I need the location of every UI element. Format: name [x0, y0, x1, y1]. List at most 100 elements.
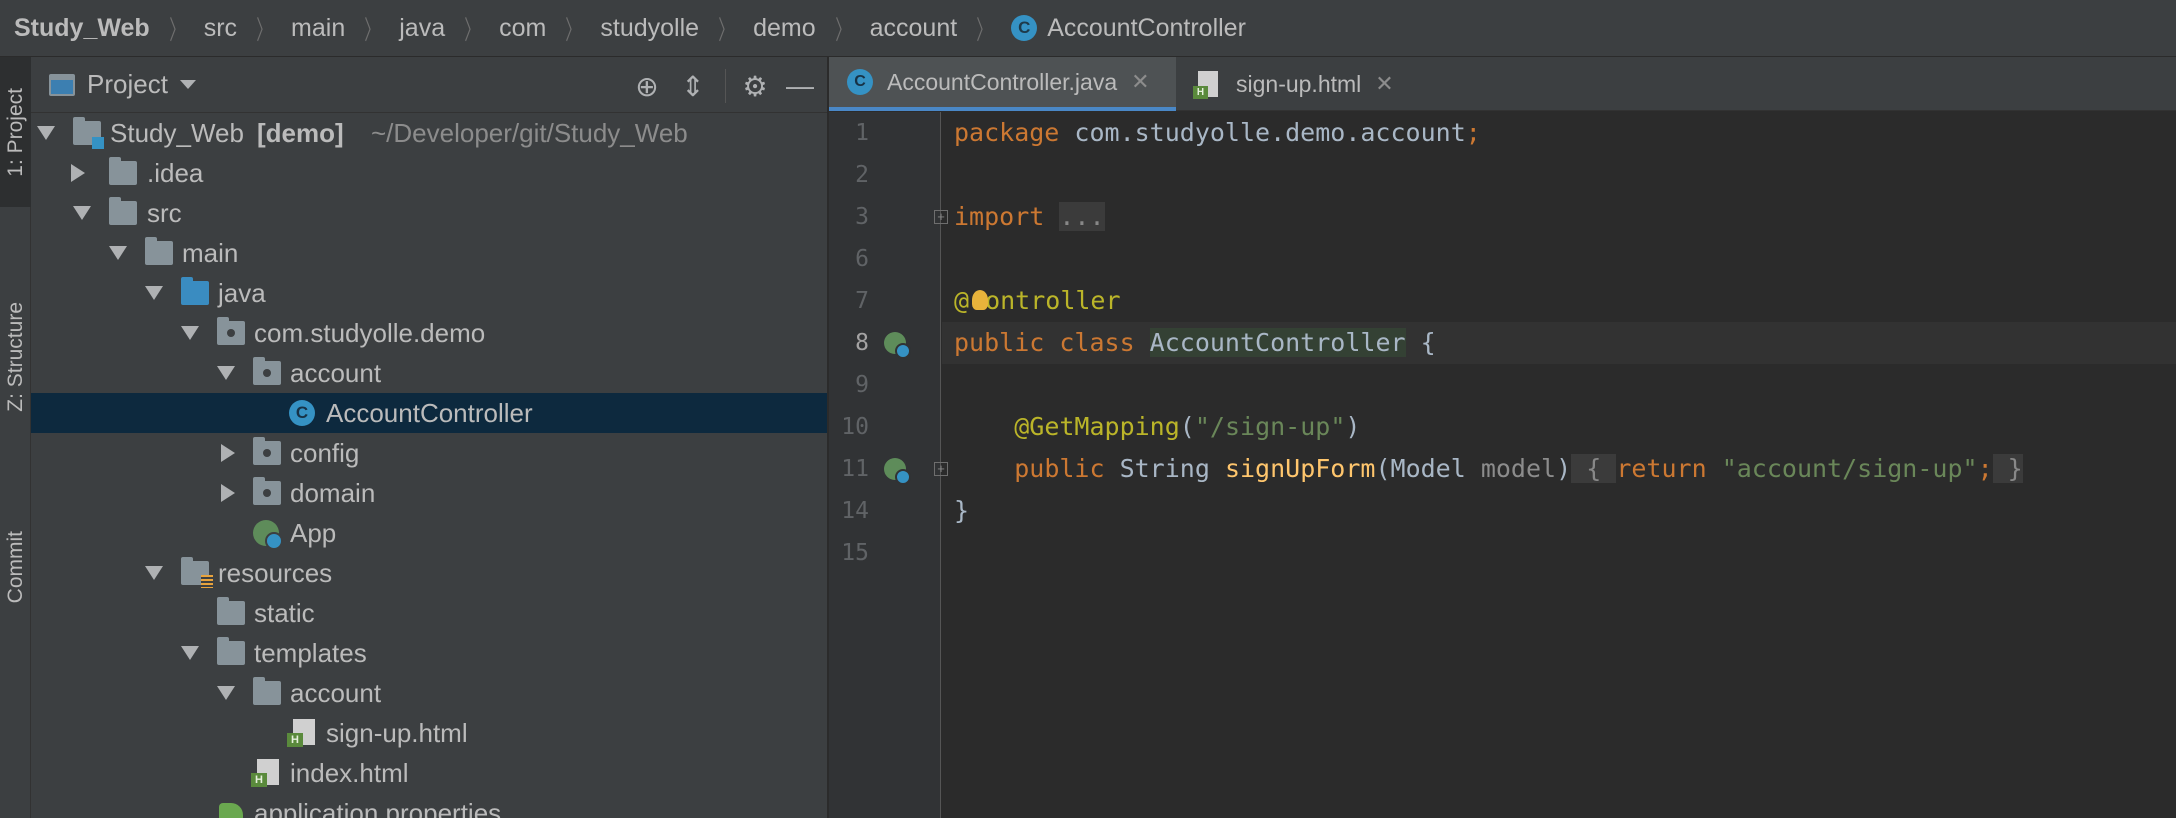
- close-icon[interactable]: ✕: [1131, 69, 1149, 95]
- expand-arrow-icon[interactable]: [109, 246, 127, 260]
- method-name: signUpForm: [1224, 454, 1376, 483]
- spring-bean-icon[interactable]: [884, 332, 911, 359]
- tree-row-templates-account[interactable]: account: [31, 673, 827, 713]
- line-number: 6: [855, 246, 869, 272]
- tree-row-package-account[interactable]: account: [31, 353, 827, 393]
- line-number: 7: [855, 288, 869, 314]
- tree-label: config: [290, 438, 360, 468]
- breadcrumb-item-com[interactable]: com: [499, 14, 546, 43]
- html-file-icon: [251, 759, 279, 787]
- project-view-selector[interactable]: Project: [87, 69, 168, 100]
- line-number: 3: [855, 204, 869, 230]
- expand-arrow-icon[interactable]: [181, 646, 199, 660]
- tree-row-index-html[interactable]: index.html: [31, 753, 827, 793]
- expand-arrow-icon[interactable]: [217, 686, 235, 700]
- expand-arrow-icon[interactable]: [73, 206, 91, 220]
- tree-row-package-domain[interactable]: domain: [31, 473, 827, 513]
- tree-row-account-controller[interactable]: C AccountController: [31, 393, 827, 433]
- tab-account-controller[interactable]: C AccountController.java ✕: [829, 57, 1176, 111]
- tree-row-templates[interactable]: templates: [31, 633, 827, 673]
- breadcrumb-item-project[interactable]: Study_Web: [14, 14, 150, 43]
- expand-arrow-icon[interactable]: [145, 286, 163, 300]
- tree-row-application-properties[interactable]: application.properties: [31, 793, 827, 818]
- package-name: com.studyolle.demo.account: [1059, 118, 1466, 147]
- collapsed-arrow-icon[interactable]: [71, 164, 85, 182]
- expand-arrow-icon[interactable]: [37, 126, 55, 140]
- spring-mapping-icon[interactable]: [884, 458, 911, 485]
- code-line-3: import ...: [942, 196, 2176, 238]
- tree-row-study-web[interactable]: Study_Web [demo] ~/Developer/git/Study_W…: [31, 113, 827, 153]
- tree-label: java: [218, 278, 266, 308]
- breadcrumb-separator: 〉: [976, 14, 992, 45]
- closing-brace: }: [954, 496, 970, 525]
- code-line-10: @GetMapping("/sign-up"): [942, 406, 2176, 448]
- hide-panel-icon[interactable]: —: [784, 70, 816, 102]
- breadcrumb-separator: 〉: [834, 14, 851, 45]
- tool-tab-commit[interactable]: Commit: [0, 497, 31, 637]
- tool-tab-project[interactable]: 1: Project: [0, 57, 31, 207]
- html-file-icon: [1193, 71, 1218, 99]
- tree-label: AccountController: [326, 398, 533, 428]
- tool-tab-structure-label: Z: Structure: [3, 302, 27, 412]
- tree-row-app[interactable]: App: [31, 513, 827, 553]
- collapsed-arrow-icon[interactable]: [221, 484, 235, 502]
- breadcrumb-item-account[interactable]: account: [870, 14, 958, 43]
- collapsed-arrow-icon[interactable]: [221, 444, 235, 462]
- tool-tab-commit-label: Commit: [3, 530, 27, 604]
- tab-label: AccountController.java: [887, 68, 1118, 95]
- breadcrumb-separator: 〉: [256, 14, 272, 45]
- tree-label: src: [147, 198, 182, 228]
- tree-row-main[interactable]: main: [31, 233, 827, 273]
- params-close: ): [1556, 454, 1572, 483]
- breadcrumb-item-java[interactable]: java: [399, 14, 445, 43]
- breadcrumb-item-studyolle[interactable]: studyolle: [600, 14, 699, 43]
- expand-arrow-icon[interactable]: [217, 366, 235, 380]
- lightbulb-icon[interactable]: [972, 290, 988, 310]
- close-icon[interactable]: ✕: [1375, 71, 1393, 97]
- folded-body-close[interactable]: }: [1992, 454, 2023, 483]
- tree-label: main: [182, 238, 239, 268]
- folder-icon: [109, 157, 137, 185]
- tree-label: domain: [290, 478, 376, 508]
- breadcrumb-separator: 〉: [464, 14, 480, 45]
- code-line-8: public class AccountController {: [942, 322, 2176, 364]
- toolbar-divider: [725, 69, 726, 103]
- package-icon: [217, 317, 245, 345]
- tree-row-idea[interactable]: .idea: [31, 153, 827, 193]
- tree-label: Study_Web: [110, 118, 244, 148]
- folder-icon: [109, 197, 137, 225]
- gear-icon[interactable]: ⚙: [739, 70, 771, 102]
- source-folder-icon: [181, 277, 209, 305]
- tab-sign-up-html[interactable]: sign-up.html ✕: [1176, 57, 1406, 111]
- tree-row-package-config[interactable]: config: [31, 433, 827, 473]
- module-folder-icon: [73, 117, 104, 149]
- module-path: ~/Developer/git/Study_Web: [371, 118, 688, 148]
- breadcrumb-item-main[interactable]: main: [291, 14, 345, 43]
- code-line-7: @ ontroller: [942, 280, 2176, 322]
- expand-arrow-icon[interactable]: [181, 326, 199, 340]
- tree-row-resources[interactable]: resources: [31, 553, 827, 593]
- keyword: import: [954, 202, 1045, 231]
- locate-file-icon[interactable]: ⊕: [631, 70, 663, 102]
- tree-row-static[interactable]: static: [31, 593, 827, 633]
- breadcrumb-separator: 〉: [168, 14, 185, 45]
- chevron-down-icon[interactable]: [179, 80, 196, 89]
- tree-row-sign-up-html[interactable]: sign-up.html: [31, 713, 827, 753]
- tree-row-src[interactable]: src: [31, 193, 827, 233]
- folded-imports[interactable]: ...: [1059, 202, 1105, 231]
- breadcrumb-item-class[interactable]: C AccountController: [1011, 14, 1246, 43]
- return-type: String: [1104, 454, 1225, 483]
- collapse-all-icon[interactable]: ⇕: [677, 70, 709, 102]
- expand-arrow-icon[interactable]: [145, 566, 163, 580]
- keyword: return: [1616, 454, 1707, 483]
- line-number: 15: [841, 540, 869, 566]
- breadcrumb-item-demo[interactable]: demo: [753, 14, 816, 43]
- folded-body-open[interactable]: {: [1571, 454, 1617, 483]
- folder-icon: [145, 237, 173, 265]
- editor-tab-bar: C AccountController.java ✕ sign-up.html …: [829, 57, 2176, 111]
- tool-tab-structure[interactable]: Z: Structure: [0, 242, 31, 472]
- tree-row-java[interactable]: java: [31, 273, 827, 313]
- breadcrumb-item-src[interactable]: src: [204, 14, 237, 43]
- tree-row-package-demo[interactable]: com.studyolle.demo: [31, 313, 827, 353]
- package-icon: [253, 357, 281, 385]
